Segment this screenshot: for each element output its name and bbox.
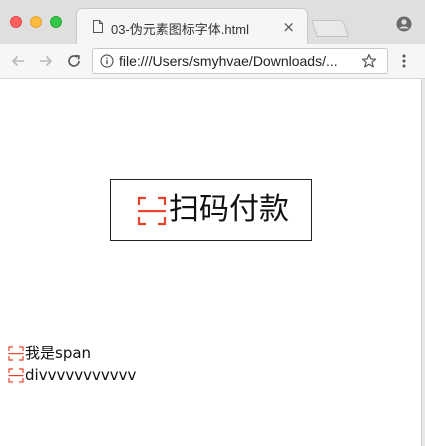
info-icon[interactable] bbox=[100, 54, 114, 68]
url-text[interactable]: file:///Users/smyhvae/Downloads/... bbox=[119, 53, 338, 69]
scan-pay-box[interactable]: 扫码付款 bbox=[110, 179, 312, 241]
maximize-window-button[interactable] bbox=[50, 16, 62, 28]
new-tab-button[interactable] bbox=[310, 20, 350, 37]
browser-titlebar: 03-伪元素图标字体.html × bbox=[0, 0, 425, 45]
tab-close-icon[interactable]: × bbox=[282, 18, 295, 36]
scan-icon bbox=[137, 196, 167, 226]
reload-icon[interactable] bbox=[66, 53, 82, 69]
kebab-menu-icon[interactable] bbox=[398, 53, 410, 69]
div-text: divvvvvvvvvvv bbox=[25, 366, 137, 384]
browser-tab-active[interactable]: 03-伪元素图标字体.html × bbox=[76, 8, 308, 45]
forward-arrow-icon[interactable] bbox=[38, 53, 54, 69]
browser-toolbar: file:///Users/smyhvae/Downloads/... bbox=[0, 44, 425, 79]
minimize-window-button[interactable] bbox=[30, 16, 42, 28]
profile-icon[interactable] bbox=[396, 16, 412, 32]
page-viewport: 扫码付款 我是span divvvvvvvvvvv bbox=[0, 79, 421, 446]
span-text: 我是span bbox=[25, 344, 92, 362]
window-edge bbox=[421, 79, 425, 446]
pay-label: 扫码付款 bbox=[169, 192, 289, 227]
close-window-button[interactable] bbox=[10, 16, 22, 28]
document-icon bbox=[93, 20, 103, 33]
scan-icon bbox=[8, 368, 24, 383]
scan-icon bbox=[8, 346, 24, 361]
back-arrow-icon[interactable] bbox=[10, 53, 26, 69]
star-icon[interactable] bbox=[361, 53, 377, 69]
tab-title: 03-伪元素图标字体.html bbox=[111, 22, 249, 37]
address-bar[interactable]: file:///Users/smyhvae/Downloads/... bbox=[92, 48, 388, 74]
